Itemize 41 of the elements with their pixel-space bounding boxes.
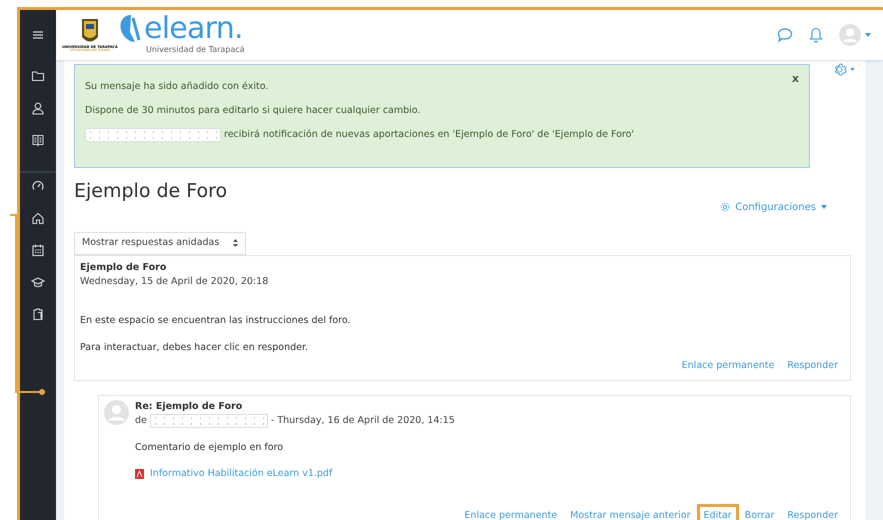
post-date: Wednesday, 15 de April de 2020, 20:18 — [80, 274, 268, 289]
book-icon[interactable] — [31, 133, 45, 147]
attachment-link[interactable]: Informativo Habilitación eLearn v1.pdf — [150, 467, 332, 482]
post-text: Para interactuar, debes hacer clic en responder. — [80, 341, 310, 355]
post-action-link[interactable]: Responder — [787, 358, 838, 373]
user-icon[interactable] — [31, 101, 45, 115]
post-action-link[interactable]: Responder — [787, 508, 838, 520]
post-action-link[interactable]: Editar — [696, 504, 739, 520]
logo-text: elearn. — [144, 14, 243, 44]
bell-icon[interactable] — [809, 27, 823, 43]
byline-label: de — [135, 414, 147, 428]
home-icon[interactable] — [31, 211, 45, 225]
display-mode-select[interactable]: Mostrar respuestas anidadas — [74, 232, 246, 255]
settings-menu[interactable]: Configuraciones — [720, 200, 827, 215]
caret-icon[interactable] — [865, 33, 871, 37]
post-subject: Ejemplo de Foro — [80, 260, 168, 274]
post-date: - Thursday, 16 de April de 2020, 14:15 — [270, 414, 455, 428]
alert-message: recibirá notificación de nuevas aportaciones en 'Ejemplo de Foro' de 'Ejemplo de Foro' — [224, 128, 634, 142]
folder-icon[interactable] — [31, 69, 45, 83]
logo-subtitle: Universidad de Tarapacá — [146, 44, 245, 56]
post-text: En este espacio se encuentran las instrucciones del foro. — [80, 314, 352, 328]
caret-icon[interactable] — [850, 68, 855, 71]
graduation-cap-icon[interactable] — [31, 275, 45, 289]
clipboard-icon[interactable] — [31, 307, 45, 321]
page-title: Ejemplo de Foro — [74, 180, 228, 204]
alert-message: Su mensaje ha sido añadido con éxito. — [85, 80, 268, 94]
close-button[interactable]: x — [792, 71, 799, 88]
post-action-link[interactable]: Borrar — [744, 508, 774, 520]
avatar-icon — [104, 400, 129, 425]
chat-icon[interactable] — [777, 27, 793, 43]
sort-arrows-icon — [233, 239, 238, 248]
settings-icon[interactable] — [832, 62, 847, 77]
alert-message: Dispone de 30 minutos para editarlo si quiere hacer cualquier cambio. — [85, 104, 420, 118]
post-action-link[interactable]: Enlace permanente — [682, 358, 774, 373]
post-text: Comentario de ejemplo en foro — [135, 440, 284, 455]
pdf-icon — [135, 469, 144, 480]
post-subject: Re: Ejemplo de Foro — [135, 400, 244, 413]
post-action-link[interactable]: Enlace permanente — [464, 508, 558, 520]
caret-icon — [821, 205, 827, 210]
calendar-icon[interactable] — [31, 243, 45, 257]
post-action-link[interactable]: Mostrar mensaje anterior — [570, 508, 691, 520]
